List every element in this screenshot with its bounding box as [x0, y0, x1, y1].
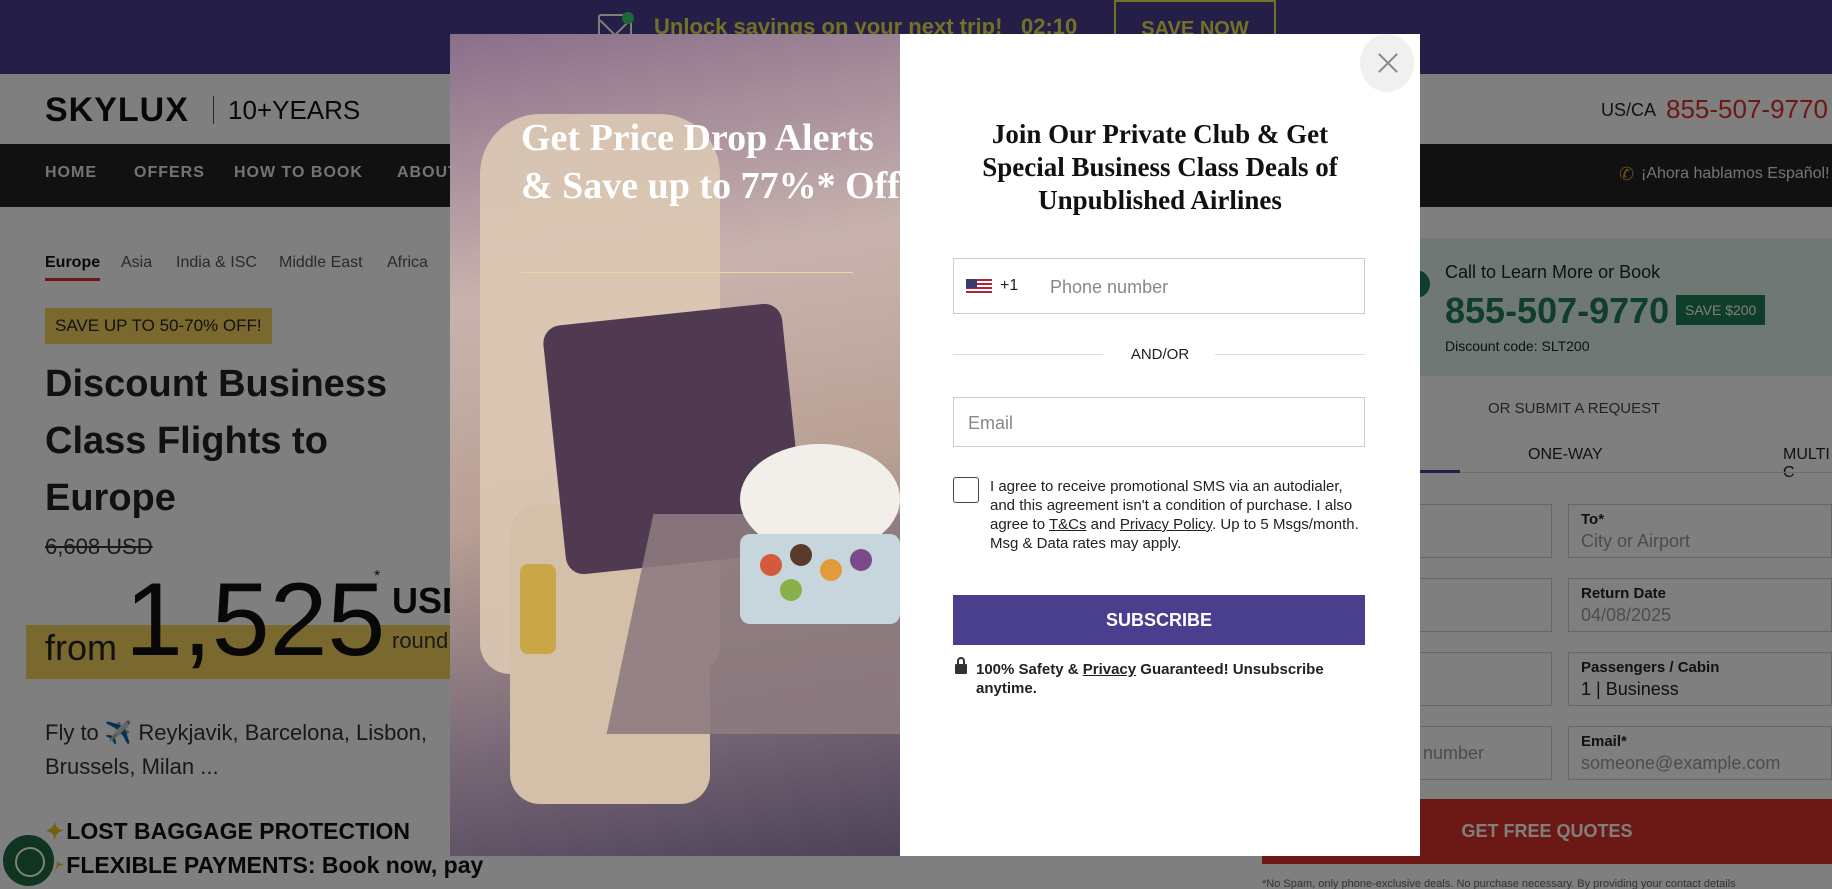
consent-checkbox[interactable] [953, 477, 979, 503]
fruit-shape [790, 544, 812, 566]
terms-link[interactable]: T&Cs [1049, 516, 1087, 533]
privacy-policy-link[interactable]: Privacy Policy [1120, 516, 1212, 533]
close-icon[interactable] [1360, 34, 1414, 92]
divider-line [953, 354, 1103, 355]
safety-intro: 100% Safety & [976, 661, 1083, 678]
jet-interior-image: Get Price Drop Alerts & Save up to 77%* … [450, 34, 900, 856]
fruit-shape [780, 579, 802, 601]
andor-label: AND/OR [1130, 346, 1190, 363]
fruit-tray-shape [740, 534, 900, 624]
consent-and: and [1086, 516, 1120, 533]
divider-line [1215, 354, 1365, 355]
dial-code[interactable]: +1 [1000, 277, 1018, 295]
fruit-shape [760, 554, 782, 576]
headline-rule [521, 272, 853, 273]
email-field[interactable] [953, 397, 1365, 447]
safety-note: 100% Safety & Privacy Guaranteed! Unsubs… [976, 660, 1356, 698]
us-flag-icon[interactable] [966, 279, 992, 295]
consent-text: I agree to receive promotional SMS via a… [990, 477, 1362, 553]
fruit-shape [850, 549, 872, 571]
subscribe-button[interactable]: SUBSCRIBE [953, 595, 1365, 645]
lock-icon [955, 657, 967, 674]
fruit-shape [820, 559, 842, 581]
modal-headline: Get Price Drop Alerts & Save up to 77%* … [521, 117, 900, 207]
phone-field[interactable]: +1 [953, 258, 1365, 314]
form-title: Join Our Private Club & Get Special Busi… [982, 119, 1338, 215]
modal-form-panel: Join Our Private Club & Get Special Busi… [900, 34, 1420, 856]
privacy-link[interactable]: Privacy [1083, 661, 1136, 678]
phone-input[interactable] [1050, 273, 1350, 301]
subscribe-modal: Get Price Drop Alerts & Save up to 77%* … [450, 34, 1420, 856]
email-input[interactable] [968, 409, 1348, 437]
gold-handle-shape [520, 564, 556, 654]
